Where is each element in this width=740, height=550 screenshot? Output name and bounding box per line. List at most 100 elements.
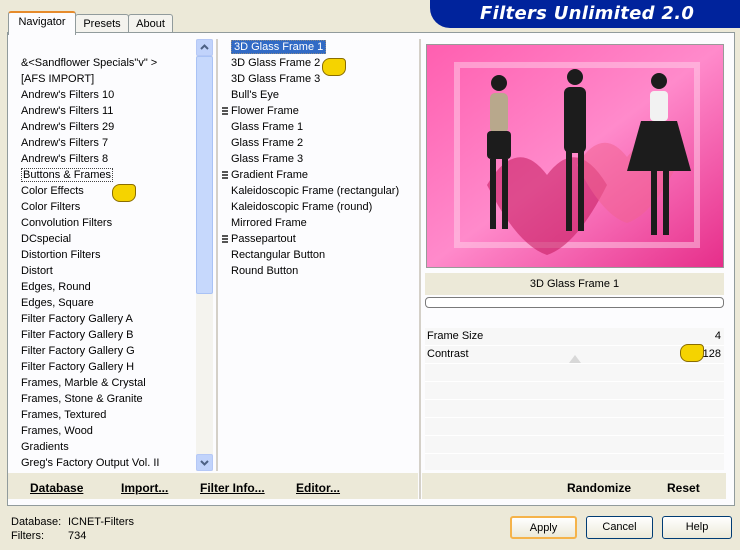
param-row-frame-size[interactable]: Frame Size 4 xyxy=(425,328,724,346)
help-button[interactable]: Help xyxy=(662,516,732,539)
param-value: 4 xyxy=(714,330,721,342)
filter-item[interactable]: Glass Frame 1 xyxy=(222,119,417,135)
pointing-hand-icon xyxy=(322,58,346,76)
filter-item[interactable]: Flower Frame xyxy=(222,103,417,119)
category-item[interactable]: Color Effects xyxy=(21,183,193,199)
filter-item[interactable]: Kaleidoscopic Frame (round) xyxy=(222,199,417,215)
filter-item[interactable]: Round Button xyxy=(222,263,417,279)
tab-navigator[interactable]: Navigator xyxy=(8,11,76,35)
category-label: Frames, Stone & Granite xyxy=(21,393,143,405)
category-item[interactable]: Edges, Round xyxy=(21,279,193,295)
category-item[interactable]: &<Sandflower Specials"v" > xyxy=(21,55,193,71)
chevron-down-icon xyxy=(200,460,209,466)
filter-item[interactable]: Glass Frame 3 xyxy=(222,151,417,167)
import-button[interactable]: Import... xyxy=(121,481,168,495)
filter-label: 3D Glass Frame 1 xyxy=(231,40,327,54)
category-item[interactable]: Frames, Wood xyxy=(21,423,193,439)
param-label: Frame Size xyxy=(427,330,484,342)
filter-item[interactable]: Kaleidoscopic Frame (rectangular) xyxy=(222,183,417,199)
category-list[interactable]: &<Sandflower Specials"v" > [AFS IMPORT] An… xyxy=(21,55,193,471)
category-item[interactable]: Andrew's Filters 11 xyxy=(21,103,193,119)
category-label: Frames, Textured xyxy=(21,409,107,421)
divider xyxy=(216,39,218,471)
tab-presets[interactable]: Presets xyxy=(75,14,129,33)
category-item[interactable]: Gradients xyxy=(21,439,193,455)
category-item[interactable]: Edges, Square xyxy=(21,295,193,311)
group-marker-icon xyxy=(222,171,228,179)
category-label: &<Sandflower Specials"v" > xyxy=(21,57,158,69)
cancel-button[interactable]: Cancel xyxy=(586,516,653,539)
category-label: Color Filters xyxy=(21,201,81,213)
category-item[interactable]: Frames, Stone & Granite xyxy=(21,391,193,407)
category-item[interactable]: Buttons & Frames xyxy=(21,167,193,183)
filter-item[interactable]: Rectangular Button xyxy=(222,247,417,263)
filter-list[interactable]: 3D Glass Frame 1 3D Glass Frame 2 3D Glass… xyxy=(222,39,417,471)
category-label: Andrew's Filters 11 xyxy=(21,105,114,117)
filter-item[interactable]: Gradient Frame xyxy=(222,167,417,183)
filter-label: Kaleidoscopic Frame (rectangular) xyxy=(231,185,400,197)
category-scrollbar[interactable] xyxy=(196,39,213,471)
category-item[interactable]: Andrew's Filters 8 xyxy=(21,151,193,167)
category-item[interactable]: Greg's Factory Output Vol. II xyxy=(21,455,193,471)
category-item[interactable]: [AFS IMPORT] xyxy=(21,71,193,87)
category-label: Gradients xyxy=(21,441,69,453)
database-button[interactable]: Database xyxy=(30,481,83,495)
category-item[interactable]: DCspecial xyxy=(21,231,193,247)
category-item[interactable]: Andrew's Filters 29 xyxy=(21,119,193,135)
category-label: Filter Factory Gallery B xyxy=(21,329,134,341)
category-label: Edges, Round xyxy=(21,281,91,293)
category-label: [AFS IMPORT] xyxy=(21,73,95,85)
category-label: Buttons & Frames xyxy=(21,168,114,182)
category-item[interactable]: Filter Factory Gallery H xyxy=(21,359,193,375)
filter-label: Bull's Eye xyxy=(231,89,279,101)
apply-button[interactable]: Apply xyxy=(510,516,577,539)
filter-info-button[interactable]: Filter Info... xyxy=(200,481,265,495)
category-label: Color Effects xyxy=(21,185,84,197)
scroll-down-button[interactable] xyxy=(196,454,213,471)
filters-count-value: 734 xyxy=(68,530,87,542)
chevron-up-icon xyxy=(200,44,209,50)
filter-item[interactable]: Mirrored Frame xyxy=(222,215,417,231)
tab-about[interactable]: About xyxy=(128,14,173,33)
filter-label: Passepartout xyxy=(231,233,296,245)
scroll-thumb[interactable] xyxy=(196,56,213,294)
category-item[interactable]: Distortion Filters xyxy=(21,247,193,263)
reset-button[interactable]: Reset xyxy=(667,481,700,495)
randomize-button[interactable]: Randomize xyxy=(567,481,631,495)
param-label: Contrast xyxy=(427,348,469,360)
category-label: DCspecial xyxy=(21,233,72,245)
category-label: Convolution Filters xyxy=(21,217,113,229)
database-status-value: ICNET-Filters xyxy=(68,516,134,528)
category-item[interactable]: Filter Factory Gallery B xyxy=(21,327,193,343)
category-item[interactable]: Distort xyxy=(21,263,193,279)
category-item[interactable]: Filter Factory Gallery A xyxy=(21,311,193,327)
divider xyxy=(419,39,421,499)
category-label: Andrew's Filters 8 xyxy=(21,153,109,165)
filter-item[interactable]: Passepartout xyxy=(222,231,417,247)
empty-param-rows xyxy=(425,364,724,470)
category-label: Filter Factory Gallery G xyxy=(21,345,135,357)
category-item[interactable]: Filter Factory Gallery G xyxy=(21,343,193,359)
filter-label: Glass Frame 2 xyxy=(231,137,304,149)
preview-image xyxy=(426,44,724,268)
category-label: Greg's Factory Output Vol. II xyxy=(21,457,160,469)
scroll-up-button[interactable] xyxy=(196,39,213,56)
filter-name-label: 3D Glass Frame 1 xyxy=(425,273,724,295)
category-label: Edges, Square xyxy=(21,297,94,309)
filter-item[interactable]: 3D Glass Frame 1 xyxy=(222,39,417,55)
editor-button[interactable]: Editor... xyxy=(296,481,340,495)
app-title: Filters Unlimited 2.0 xyxy=(480,3,695,24)
category-item[interactable]: Frames, Textured xyxy=(21,407,193,423)
filter-item[interactable]: Bull's Eye xyxy=(222,87,417,103)
category-item[interactable]: Frames, Marble & Crystal xyxy=(21,375,193,391)
progress-bar xyxy=(425,297,724,308)
category-item[interactable]: Andrew's Filters 7 xyxy=(21,135,193,151)
category-item[interactable]: Convolution Filters xyxy=(21,215,193,231)
filter-item[interactable]: Glass Frame 2 xyxy=(222,135,417,151)
category-item[interactable]: Andrew's Filters 10 xyxy=(21,87,193,103)
group-marker-icon xyxy=(222,235,228,243)
filter-label: Glass Frame 3 xyxy=(231,153,304,165)
category-item[interactable]: Color Filters xyxy=(21,199,193,215)
filter-item[interactable]: 3D Glass Frame 3 xyxy=(222,71,417,87)
filter-item[interactable]: 3D Glass Frame 2 xyxy=(222,55,417,71)
